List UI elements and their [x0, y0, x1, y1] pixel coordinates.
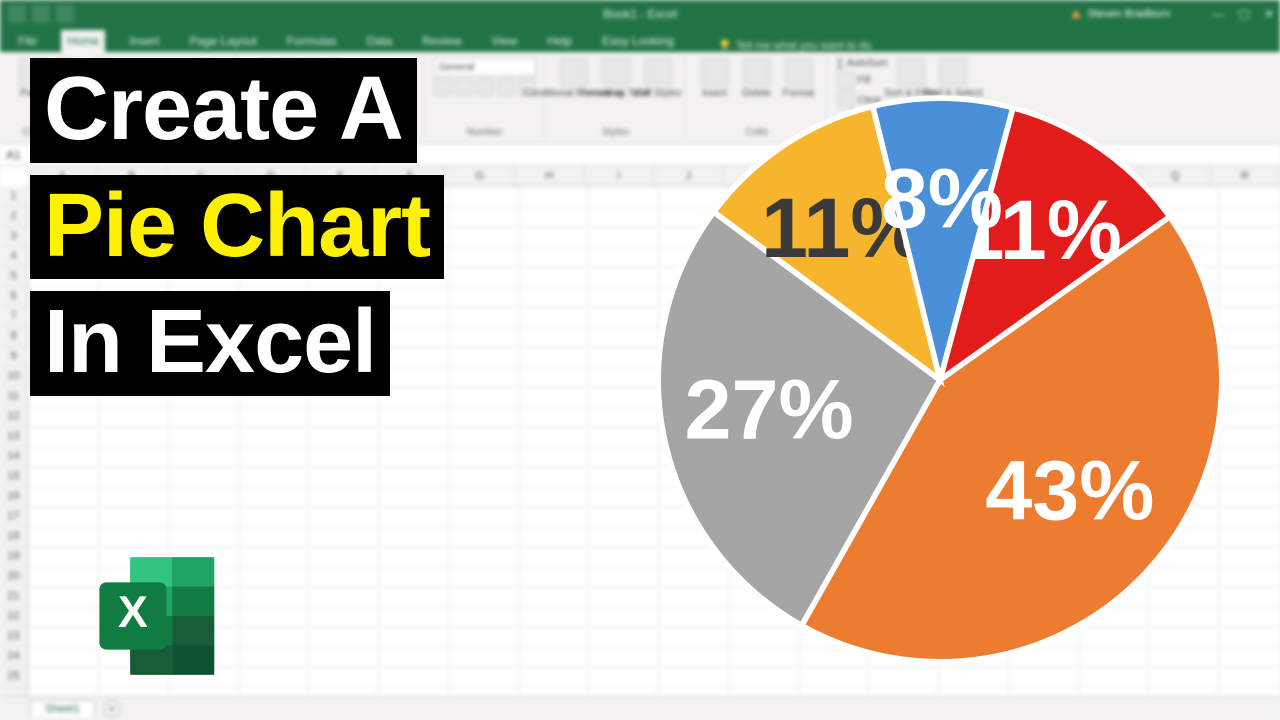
pie-slice-label: 43%: [985, 442, 1154, 537]
pie-slice-label: 8%: [881, 151, 1003, 246]
headline-block: Create A Pie Chart In Excel: [30, 58, 444, 396]
pie-chart: 11%43%27%11%8%: [630, 70, 1250, 690]
pie-slice-label: 27%: [684, 362, 853, 457]
headline-line-1: Create A: [30, 58, 417, 163]
thumbnail-overlay: Create A Pie Chart In Excel X 11%43%27%1…: [0, 0, 1280, 720]
headline-line-2: Pie Chart: [30, 175, 444, 280]
svg-text:X: X: [118, 587, 148, 637]
excel-logo-icon: X: [86, 546, 236, 686]
headline-line-3: In Excel: [30, 291, 390, 396]
